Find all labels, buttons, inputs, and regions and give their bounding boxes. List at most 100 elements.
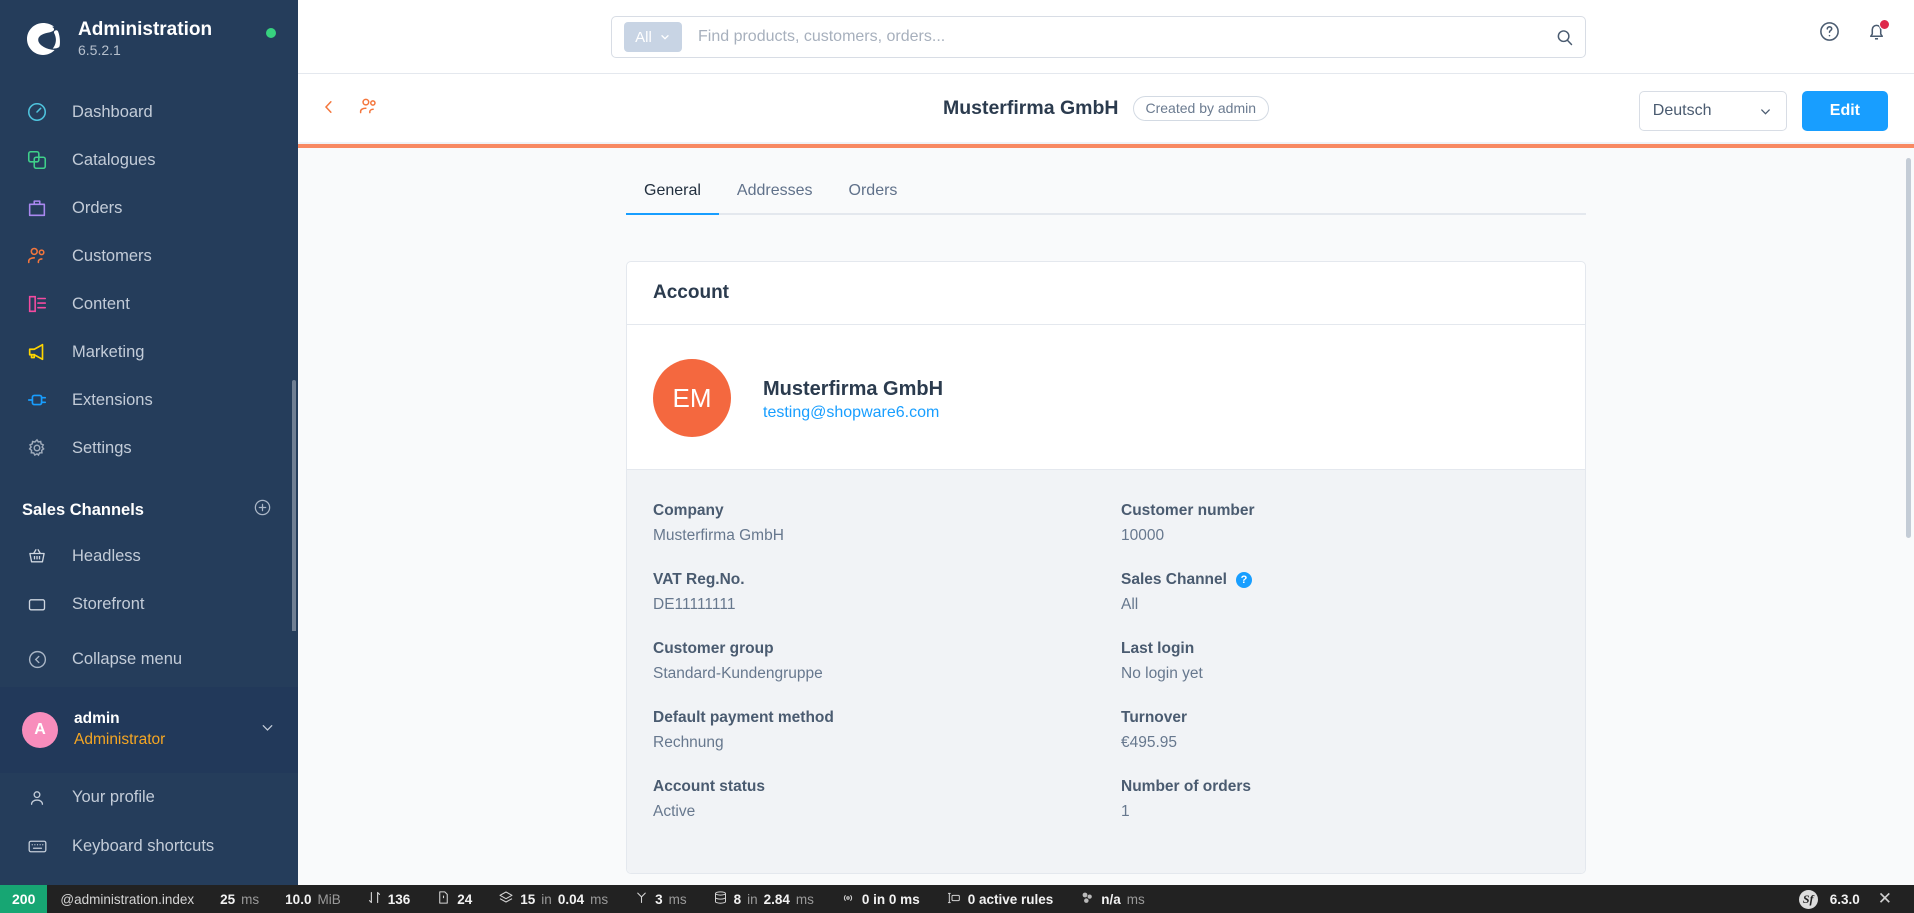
add-sales-channel-button[interactable] — [253, 498, 272, 522]
sidebar-item-dashboard[interactable]: Dashboard — [0, 88, 298, 136]
field-value: No login yet — [1121, 665, 1203, 682]
content-area: General Addresses Orders Account EM Must… — [298, 148, 1914, 885]
debug-memory-value: 10.0 — [285, 891, 312, 907]
debug-db-unit: ms — [795, 891, 814, 907]
debug-twig[interactable]: 3 ms — [621, 890, 700, 908]
sidebar-item-label: Dashboard — [72, 102, 153, 121]
storefront-icon — [22, 592, 52, 616]
gear-icon — [22, 436, 52, 460]
debug-twig-value: 3 — [655, 891, 663, 907]
help-icon[interactable]: ? — [1235, 572, 1252, 588]
debug-status-code[interactable]: 200 — [0, 885, 48, 913]
debug-memory[interactable]: 10.0 MiB — [272, 892, 354, 907]
chevron-left-circle-icon — [22, 647, 52, 671]
sidebar-item-label: Customers — [72, 246, 152, 265]
field-label: Account status — [653, 778, 765, 795]
sidebar-footer: Your profile Keyboard shortcuts — [0, 773, 298, 885]
tab-orders[interactable]: Orders — [831, 170, 916, 213]
sales-channels-title: Sales Channels — [22, 500, 144, 519]
keyboard-icon — [22, 835, 52, 859]
sidebar-scrollbar[interactable] — [292, 380, 296, 660]
sidebar-item-label: Marketing — [72, 342, 145, 361]
collapse-menu-button[interactable]: Collapse menu — [0, 631, 298, 687]
debug-route[interactable]: @administration.index — [47, 892, 207, 907]
field-label: Number of orders — [1121, 778, 1252, 795]
sidebar-item-your-profile[interactable]: Your profile — [0, 773, 298, 822]
sidebar-item-orders[interactable]: Orders — [0, 184, 298, 232]
gauge-icon — [22, 100, 52, 124]
details-column-left: Company Musterfirma GmbH VAT Reg.No. DE1… — [653, 502, 1091, 847]
debug-files[interactable]: 24 — [423, 890, 485, 908]
search-input[interactable] — [698, 28, 1554, 46]
plug-icon — [22, 388, 52, 412]
avatar: A — [22, 712, 58, 748]
database-icon — [713, 890, 728, 908]
search-scope-selector[interactable]: All — [624, 22, 682, 52]
sidebar-item-content[interactable]: Content — [0, 280, 298, 328]
field-label: Customer group — [653, 640, 774, 657]
debug-layers[interactable]: 15 in 0.04 ms — [485, 890, 621, 909]
debug-database[interactable]: 8 in 2.84 ms — [700, 890, 827, 908]
field-company: Company Musterfirma GmbH — [653, 502, 1091, 545]
brand-title: Administration — [78, 18, 213, 40]
user-profile-menu[interactable]: A admin Administrator — [0, 687, 298, 773]
page-header: Musterfirma GmbH Created by admin Deutsc… — [298, 74, 1914, 144]
brand-header[interactable]: Administration 6.5.2.1 — [0, 0, 298, 66]
back-button[interactable] — [320, 98, 338, 116]
debug-rules[interactable]: 0 active rules — [933, 890, 1067, 909]
symfony-logo-icon[interactable]: Sf — [1798, 889, 1818, 909]
debug-twig-unit: ms — [668, 891, 687, 907]
sidebar-item-headless[interactable]: Headless — [0, 532, 298, 580]
question-circle-icon[interactable] — [1818, 20, 1841, 43]
sidebar-item-extensions[interactable]: Extensions — [0, 376, 298, 424]
field-sales-channel: Sales Channel ? All — [1121, 571, 1559, 614]
content-scrollbar[interactable] — [1906, 158, 1911, 538]
bell-icon[interactable] — [1865, 19, 1890, 43]
users-icon — [22, 244, 52, 268]
customer-name: Musterfirma GmbH — [763, 378, 944, 400]
debug-route-label: @administration.index — [60, 891, 195, 907]
account-card-body: EM Musterfirma GmbH testing@shopware6.co… — [627, 325, 1585, 470]
debug-toolbar: 200 @administration.index 25 ms 10.0 MiB… — [0, 885, 1914, 913]
chevron-left-icon — [324, 100, 332, 113]
tab-addresses[interactable]: Addresses — [719, 170, 831, 213]
search-icon[interactable] — [1554, 27, 1575, 48]
global-search-bar[interactable]: All — [611, 16, 1586, 58]
user-icon — [22, 786, 52, 810]
account-card-title: Account — [627, 262, 1585, 325]
bag-icon — [22, 196, 52, 220]
sidebar-item-marketing[interactable]: Marketing — [0, 328, 298, 376]
customer-details-grid: Company Musterfirma GmbH VAT Reg.No. DE1… — [627, 470, 1585, 873]
field-label: Customer number — [1121, 502, 1255, 519]
avatar: EM — [653, 359, 731, 437]
sidebar-item-settings[interactable]: Settings — [0, 424, 298, 472]
broadcast-icon — [840, 890, 856, 909]
field-customer-number: Customer number 10000 — [1121, 502, 1559, 545]
status-badge: Created by admin — [1132, 96, 1270, 121]
debug-cluster-unit: ms — [1126, 891, 1145, 907]
chevron-down-icon[interactable] — [259, 719, 276, 741]
field-label: Sales Channel — [1121, 571, 1227, 588]
debug-time[interactable]: 25 ms — [207, 892, 272, 907]
customer-email-link[interactable]: testing@shopware6.com — [763, 404, 939, 421]
sidebar-item-label: Orders — [72, 198, 123, 217]
sidebar-item-label: Settings — [72, 438, 132, 457]
top-bar: All — [298, 0, 1914, 74]
sidebar-item-storefront[interactable]: Storefront — [0, 580, 298, 628]
debug-transfer[interactable]: 136 — [354, 890, 424, 908]
debug-files-value: 24 — [457, 891, 473, 907]
sidebar: Administration 6.5.2.1 Dashboard Catalog… — [0, 0, 298, 885]
twig-icon — [634, 890, 649, 908]
sidebar-item-label: Keyboard shortcuts — [72, 837, 215, 855]
sidebar-item-keyboard-shortcuts[interactable]: Keyboard shortcuts — [0, 822, 298, 871]
debug-cluster[interactable]: n/a ms — [1066, 890, 1158, 909]
close-icon[interactable]: ✕ — [1872, 889, 1898, 909]
sidebar-item-catalogues[interactable]: Catalogues — [0, 136, 298, 184]
sidebar-item-customers[interactable]: Customers — [0, 232, 298, 280]
language-selector[interactable]: Deutsch — [1638, 91, 1787, 131]
field-value: Standard-Kundengruppe — [653, 665, 823, 682]
edit-button[interactable]: Edit — [1801, 91, 1888, 131]
tab-general[interactable]: General — [626, 170, 719, 215]
customers-icon[interactable] — [358, 96, 379, 117]
debug-cache[interactable]: 0 in 0 ms — [827, 890, 933, 909]
